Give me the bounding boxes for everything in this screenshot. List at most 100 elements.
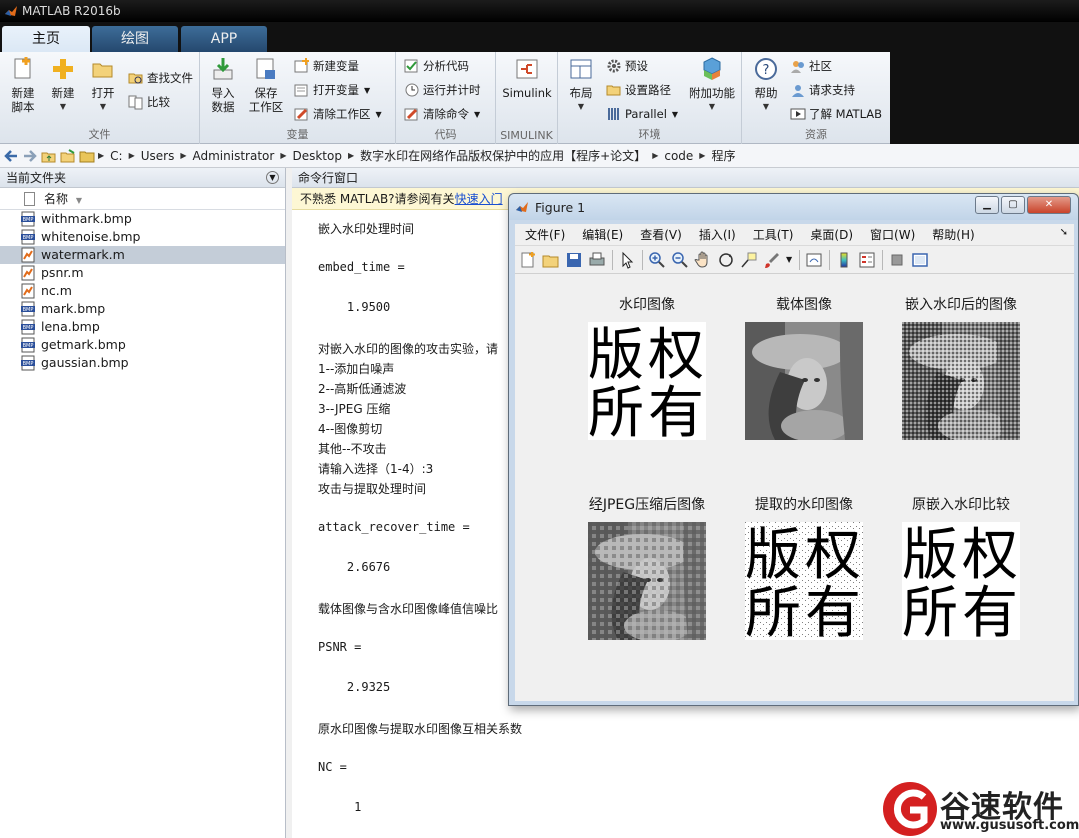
breadcrumb-code[interactable]: code [664, 149, 693, 163]
figure-menu-item[interactable]: 工具(T) [753, 226, 794, 243]
command-output-line: 载体图像与含水印图像峰值信噪比 [318, 602, 499, 616]
pan-hand-icon[interactable] [694, 251, 712, 269]
save-icon[interactable] [565, 251, 583, 269]
breadcrumb-users[interactable]: Users [141, 149, 175, 163]
subplot-image-lena[interactable] [745, 322, 863, 440]
command-output-line: 1.9500 [318, 300, 391, 314]
layout-button[interactable]: 布局 ▼ [562, 56, 600, 114]
breadcrumb-program[interactable]: 程序 [711, 147, 735, 164]
request-support-button[interactable]: 请求支持 [790, 80, 855, 100]
addons-button[interactable]: 附加功能 ▼ [686, 56, 738, 114]
file-row[interactable]: BMP getmark.bmp [0, 336, 285, 354]
bmp-file-icon: BMP [21, 355, 35, 371]
layout-label: 布局 [569, 86, 593, 100]
file-row[interactable]: watermark.m [0, 246, 285, 264]
legend-icon[interactable] [858, 251, 876, 269]
clear-commands-button[interactable]: 清除命令 ▼ [404, 104, 480, 124]
new-script-button[interactable]: 新建 脚本 [6, 56, 40, 114]
breadcrumb-desktop[interactable]: Desktop [292, 149, 342, 163]
data-cursor-icon[interactable] [740, 251, 758, 269]
clear-workspace-icon [294, 108, 308, 121]
new-button[interactable]: 新建 ▼ [46, 56, 80, 114]
pointer-icon[interactable] [618, 251, 636, 269]
file-row[interactable]: BMP withmark.bmp [0, 210, 285, 228]
colorbar-icon[interactable] [835, 251, 853, 269]
open-button[interactable]: 打开 ▼ [86, 56, 120, 114]
figure-titlebar[interactable]: Figure 1 ▁ ▢ ✕ [509, 194, 1078, 220]
tab-home[interactable]: 主页 [2, 26, 90, 52]
learn-matlab-button[interactable]: 了解 MATLAB [790, 104, 882, 124]
clear-workspace-button[interactable]: 清除工作区 ▼ [294, 104, 382, 124]
simulink-button[interactable]: Simulink [500, 56, 554, 100]
forward-arrow-icon[interactable] [22, 148, 38, 164]
brush-dropdown-icon[interactable]: ▼ [786, 255, 792, 264]
breadcrumb-project[interactable]: 数字水印在网络作品版权保护中的应用【程序+论文】 [360, 147, 646, 164]
subplot-image-lena-jpeg[interactable] [588, 522, 706, 640]
new-variable-button[interactable]: 新建变量 [294, 56, 359, 76]
subplot-image-lena-noisy[interactable] [902, 322, 1020, 440]
link-plot-icon[interactable] [805, 251, 823, 269]
figure-window[interactable]: Figure 1 ▁ ▢ ✕ 文件(F) 编辑(E) 查看(V) 插入(I) 工具(T)… [508, 193, 1079, 706]
file-row[interactable]: psnr.m [0, 264, 285, 282]
subplot-image-watermark[interactable]: 版权所有 [902, 522, 1020, 640]
hide-plot-tools-icon[interactable] [888, 251, 906, 269]
figure-menu-item[interactable]: 插入(I) [699, 226, 736, 243]
toolbar-separator [642, 249, 643, 270]
getting-started-link[interactable]: 快速入门 [455, 192, 503, 206]
subplot-image-watermark-extracted[interactable]: 版权所有 [745, 522, 863, 640]
community-button[interactable]: 社区 [790, 56, 832, 76]
zoom-in-icon[interactable] [648, 251, 666, 269]
figure-menu-item[interactable]: 窗口(W) [870, 226, 915, 243]
up-folder-icon[interactable] [41, 148, 57, 164]
figure-menu-item[interactable]: 查看(V) [640, 226, 682, 243]
command-output-line: NC = [318, 760, 347, 774]
save-workspace-button[interactable]: 保存 工作区 [246, 56, 286, 114]
set-path-button[interactable]: 设置路径 [606, 80, 671, 100]
show-plot-tools-icon[interactable] [911, 251, 929, 269]
command-output-line: 2.6676 [318, 560, 391, 574]
m-file-icon [21, 265, 35, 281]
file-row[interactable]: BMP whitenoise.bmp [0, 228, 285, 246]
maximize-button[interactable]: ▢ [1001, 196, 1025, 214]
subplot-image-watermark[interactable]: 版权所有 [588, 322, 706, 440]
help-button[interactable]: ? 帮助 ▼ [746, 56, 786, 114]
ribbon-empty-area [890, 52, 1079, 144]
rotate-3d-icon[interactable] [717, 251, 735, 269]
preferences-button[interactable]: 预设 [606, 56, 648, 76]
figure-menu-item[interactable]: 帮助(H) [932, 226, 974, 243]
chevron-down-icon: ▼ [375, 109, 382, 119]
close-button[interactable]: ✕ [1027, 196, 1071, 214]
name-column-header[interactable]: 名称 ▼ [0, 188, 285, 210]
find-files-button[interactable]: 查找文件 [128, 68, 193, 88]
figure-canvas[interactable]: 水印图像版权所有载体图像嵌入水印后的图像经JPEG压缩后图像提取的水印图像版权所… [515, 274, 1074, 701]
compare-button[interactable]: 比较 [128, 92, 170, 112]
open-variable-button[interactable]: 打开变量 ▼ [294, 80, 370, 100]
analyze-code-button[interactable]: 分析代码 [404, 56, 469, 76]
menubar-overflow-icon[interactable]: ➘ [1060, 227, 1068, 238]
figure-menu-item[interactable]: 文件(F) [525, 226, 565, 243]
subplot-title: 嵌入水印后的图像 [905, 297, 1017, 313]
open-file-icon[interactable] [542, 251, 560, 269]
file-row[interactable]: BMP mark.bmp [0, 300, 285, 318]
tab-apps[interactable]: APP [181, 26, 267, 52]
browse-folder-icon[interactable] [60, 148, 76, 164]
print-icon[interactable] [588, 251, 606, 269]
figure-menu-item[interactable]: 编辑(E) [582, 226, 623, 243]
back-arrow-icon[interactable] [3, 148, 19, 164]
parallel-label: Parallel [625, 107, 667, 121]
figure-menu-item[interactable]: 桌面(D) [810, 226, 853, 243]
file-row[interactable]: BMP gaussian.bmp [0, 354, 285, 372]
file-row[interactable]: BMP lena.bmp [0, 318, 285, 336]
brush-icon[interactable] [763, 251, 781, 269]
tab-plots[interactable]: 绘图 [92, 26, 178, 52]
minimize-button[interactable]: ▁ [975, 196, 999, 214]
panel-actions-icon[interactable]: ▼ [266, 171, 279, 184]
parallel-button[interactable]: Parallel ▼ [606, 104, 678, 124]
zoom-out-icon[interactable] [671, 251, 689, 269]
file-row[interactable]: nc.m [0, 282, 285, 300]
breadcrumb-c[interactable]: C: [110, 149, 122, 163]
breadcrumb-administrator[interactable]: Administrator [193, 149, 275, 163]
new-figure-icon[interactable] [519, 251, 537, 269]
import-data-button[interactable]: 导入 数据 [206, 56, 240, 114]
run-and-time-button[interactable]: 运行并计时 [404, 80, 481, 100]
